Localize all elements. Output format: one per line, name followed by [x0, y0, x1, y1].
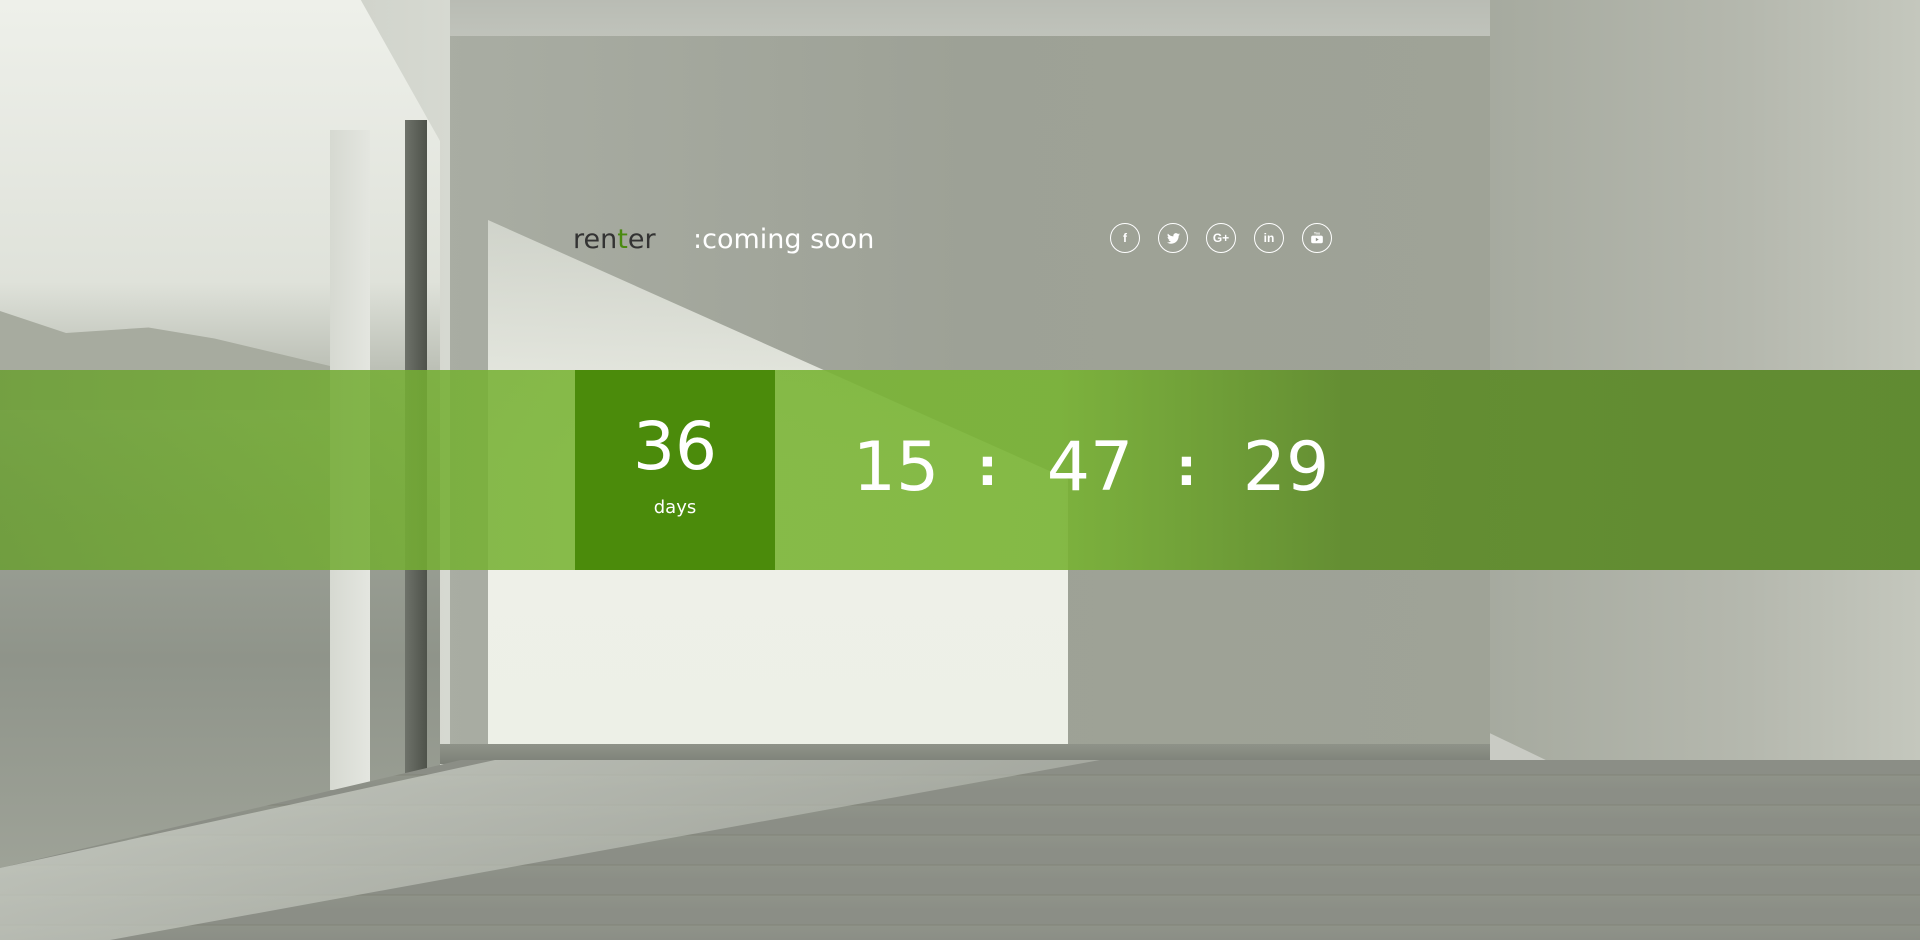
linkedin-glyph: in: [1263, 231, 1275, 245]
time-separator: :: [977, 438, 998, 498]
twitter-icon[interactable]: [1158, 223, 1188, 253]
minutes-value: 47: [1046, 428, 1134, 507]
days-counter: 36 days: [575, 370, 775, 570]
youtube-icon[interactable]: You: [1302, 223, 1332, 253]
hours-value: 15: [852, 428, 940, 507]
twitter-bird-glyph: [1166, 232, 1180, 244]
google-plus-icon[interactable]: G+: [1206, 223, 1236, 253]
svg-text:You: You: [1314, 232, 1320, 236]
youtube-play-glyph: You: [1311, 232, 1323, 244]
brand-logo-prefix: ren: [573, 224, 618, 255]
days-value: 36: [633, 408, 717, 485]
google-plus-glyph: G+: [1212, 231, 1230, 245]
brand-logo-accent: t: [617, 224, 628, 255]
linkedin-icon[interactable]: in: [1254, 223, 1284, 253]
coming-soon-page: renter :coming soon f G+ in You 36 days …: [0, 0, 1920, 940]
days-label: days: [653, 497, 697, 518]
coming-soon-tagline: :coming soon: [693, 224, 875, 255]
countdown-band: [0, 370, 1920, 570]
brand-logo-suffix: er: [627, 224, 656, 255]
seconds-value: 29: [1242, 428, 1330, 507]
facebook-icon[interactable]: f: [1110, 223, 1140, 253]
time-separator: :: [1176, 438, 1197, 498]
social-links: f G+ in You: [1110, 223, 1332, 253]
facebook-glyph: f: [1123, 231, 1127, 245]
brand-logo[interactable]: renter: [573, 222, 656, 258]
